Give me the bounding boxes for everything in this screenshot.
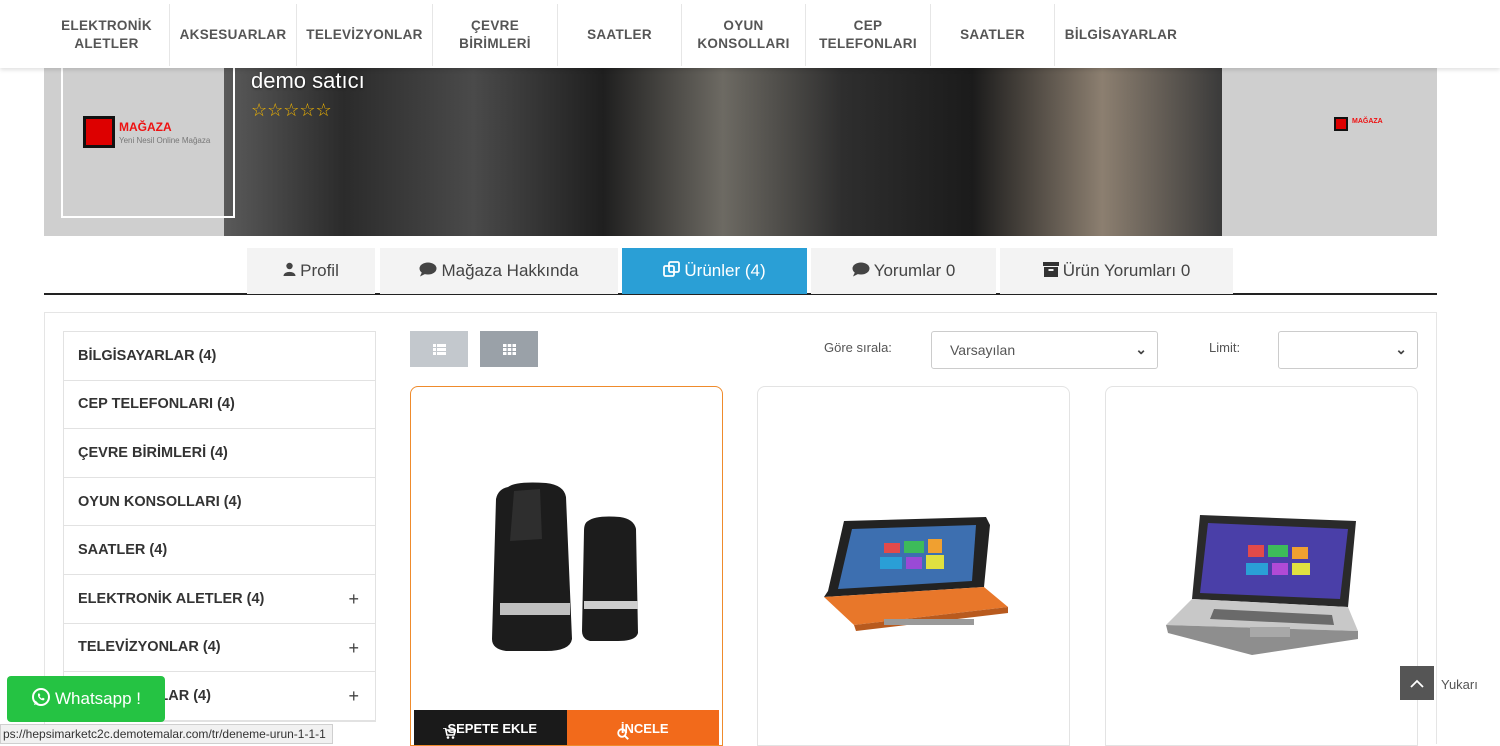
category-label: OYUN KONSOLLARI (4) [78, 493, 242, 510]
list-view-button[interactable] [410, 331, 468, 367]
list-icon [432, 343, 446, 355]
store-banner: MAĞAZA Yeni Nesil Online Mağaza demo sat… [44, 68, 1437, 236]
tab-magaza-hakkinda[interactable]: Mağaza Hakkında [380, 248, 618, 294]
view-product-button[interactable]: İNCELE [566, 710, 719, 745]
category-list: BİLGİSAYARLAR (4) CEP TELEFONLARI (4) ÇE… [63, 331, 376, 722]
category-label: SAATLER (4) [78, 542, 168, 559]
nav-item-saatler[interactable]: SAATLER [558, 4, 682, 66]
archive-icon [1042, 261, 1059, 281]
category-label: BİLGİSAYARLAR (4) [78, 347, 217, 364]
expand-plus-icon[interactable]: + [348, 638, 359, 659]
category-label: CEP TELEFONLARI (4) [78, 396, 235, 413]
category-item-cevre-birimleri[interactable]: ÇEVRE BİRİMLERİ (4) [64, 429, 375, 478]
sort-select[interactable]: Varsayılan ⌄ [931, 331, 1158, 369]
add-to-cart-label: SEPETE EKLE [447, 720, 538, 736]
category-label: TELEVİZYONLAR (4) [78, 639, 221, 656]
whatsapp-label: Whatsapp ! [55, 689, 141, 708]
category-item-oyun-konsollari[interactable]: OYUN KONSOLLARI (4) [64, 478, 375, 527]
category-item-televizyonlar[interactable]: TELEVİZYONLAR (4) + [64, 624, 375, 673]
banner-right-background [1222, 68, 1437, 236]
limit-label: Limit: [1209, 340, 1241, 355]
products-panel: BİLGİSAYARLAR (4) CEP TELEFONLARI (4) ÇE… [44, 312, 1437, 746]
nav-item-aksesuarlar[interactable]: AKSESUARLAR [170, 4, 297, 66]
nav-item-bilgisayarlar[interactable]: BİLGİSAYARLAR [1055, 4, 1187, 66]
chevron-up-icon [1410, 679, 1424, 688]
status-bar-url: ps://hepsimarketc2c.demotemalar.com/tr/d… [0, 724, 333, 744]
nav-item-oyun-konsollari[interactable]: OYUN KONSOLLARI [682, 4, 806, 66]
product-image-orange-convertible-laptop [824, 517, 1008, 631]
product-card[interactable] [757, 386, 1070, 746]
product-actions: SEPETE EKLE İNCELE [414, 710, 719, 745]
tab-label: Ürünler (4) [684, 261, 766, 280]
tab-label: Ürün Yorumları 0 [1062, 261, 1191, 280]
user-icon [283, 262, 296, 280]
sort-select-value: Varsayılan [950, 342, 1016, 358]
tab-label: Profil [300, 261, 339, 280]
tab-urun-yorumlari[interactable]: Ürün Yorumları 0 [1000, 248, 1233, 294]
whatsapp-icon [31, 687, 51, 712]
back-to-top-label: Yukarı [1441, 677, 1478, 692]
category-item-saatler[interactable]: SAATLER (4) [64, 526, 375, 575]
category-label: ÇEVRE BİRİMLERİ (4) [78, 444, 228, 461]
back-to-top-button[interactable] [1400, 666, 1434, 700]
product-card[interactable]: SEPETE EKLE İNCELE [410, 386, 723, 746]
rating-stars: ☆☆☆☆☆ [251, 100, 332, 120]
nav-item-cep-telefonlari[interactable]: CEP TELEFONLARI [806, 4, 931, 66]
comment-icon [852, 262, 870, 281]
shopping-bag-logo-icon [83, 116, 115, 148]
store-logo-small: MAĞAZA [1334, 116, 1424, 132]
nav-item-cevre-birimleri[interactable]: ÇEVRE BİRİMLERİ [433, 4, 558, 66]
seller-name: demo satıcı [251, 68, 365, 93]
top-navigation: ELEKTRONİK ALETLER AKSESUARLAR TELEVİZYO… [0, 0, 1500, 68]
nav-item-elektronik-aletler[interactable]: ELEKTRONİK ALETLER [44, 4, 170, 66]
grid-icon [502, 343, 516, 355]
tab-label: Mağaza Hakkında [441, 261, 579, 280]
store-logo-frame: MAĞAZA Yeni Nesil Online Mağaza [61, 68, 235, 218]
category-item-bilgisayarlar[interactable]: BİLGİSAYARLAR (4) [64, 332, 375, 381]
tab-yorumlar[interactable]: Yorumlar 0 [811, 248, 996, 294]
chevron-down-icon: ⌄ [1395, 341, 1407, 357]
whatsapp-button[interactable]: Whatsapp ! [7, 676, 165, 722]
clone-icon [663, 260, 681, 282]
tab-urunler[interactable]: Ürünler (4) [622, 248, 807, 294]
store-tabs: Profil Mağaza Hakkında Ürünler (4) Yorum… [44, 246, 1437, 295]
comment-icon [419, 262, 437, 281]
expand-plus-icon[interactable]: + [348, 589, 359, 610]
product-image-silver-laptop [1166, 515, 1358, 655]
sort-label: Göre sırala: [824, 340, 892, 355]
store-logo-text: MAĞAZA [119, 120, 172, 134]
category-label: ELEKTRONİK ALETLER (4) [78, 590, 265, 607]
store-logo-subtitle: Yeni Nesil Online Mağaza [119, 136, 211, 145]
grid-view-button[interactable] [480, 331, 538, 367]
chevron-down-icon: ⌄ [1135, 341, 1147, 357]
product-card[interactable] [1105, 386, 1418, 746]
expand-plus-icon[interactable]: + [348, 686, 359, 707]
store-logo-small-text: MAĞAZA [1352, 118, 1383, 125]
banner-photo [224, 68, 1222, 236]
shopping-bag-small-icon [1334, 117, 1348, 131]
top-nav-list: ELEKTRONİK ALETLER AKSESUARLAR TELEVİZYO… [44, 4, 1187, 66]
product-image-speakers [492, 482, 638, 651]
tab-profil[interactable]: Profil [247, 248, 375, 294]
limit-select[interactable]: ⌄ [1278, 331, 1418, 369]
category-item-cep-telefonlari[interactable]: CEP TELEFONLARI (4) [64, 381, 375, 430]
add-to-cart-button[interactable]: SEPETE EKLE [414, 710, 567, 745]
nav-item-saatler-2[interactable]: SAATLER [931, 4, 1055, 66]
category-item-elektronik-aletler[interactable]: ELEKTRONİK ALETLER (4) + [64, 575, 375, 624]
nav-item-televizyonlar[interactable]: TELEVİZYONLAR [297, 4, 433, 66]
tab-label: Yorumlar 0 [873, 261, 956, 280]
